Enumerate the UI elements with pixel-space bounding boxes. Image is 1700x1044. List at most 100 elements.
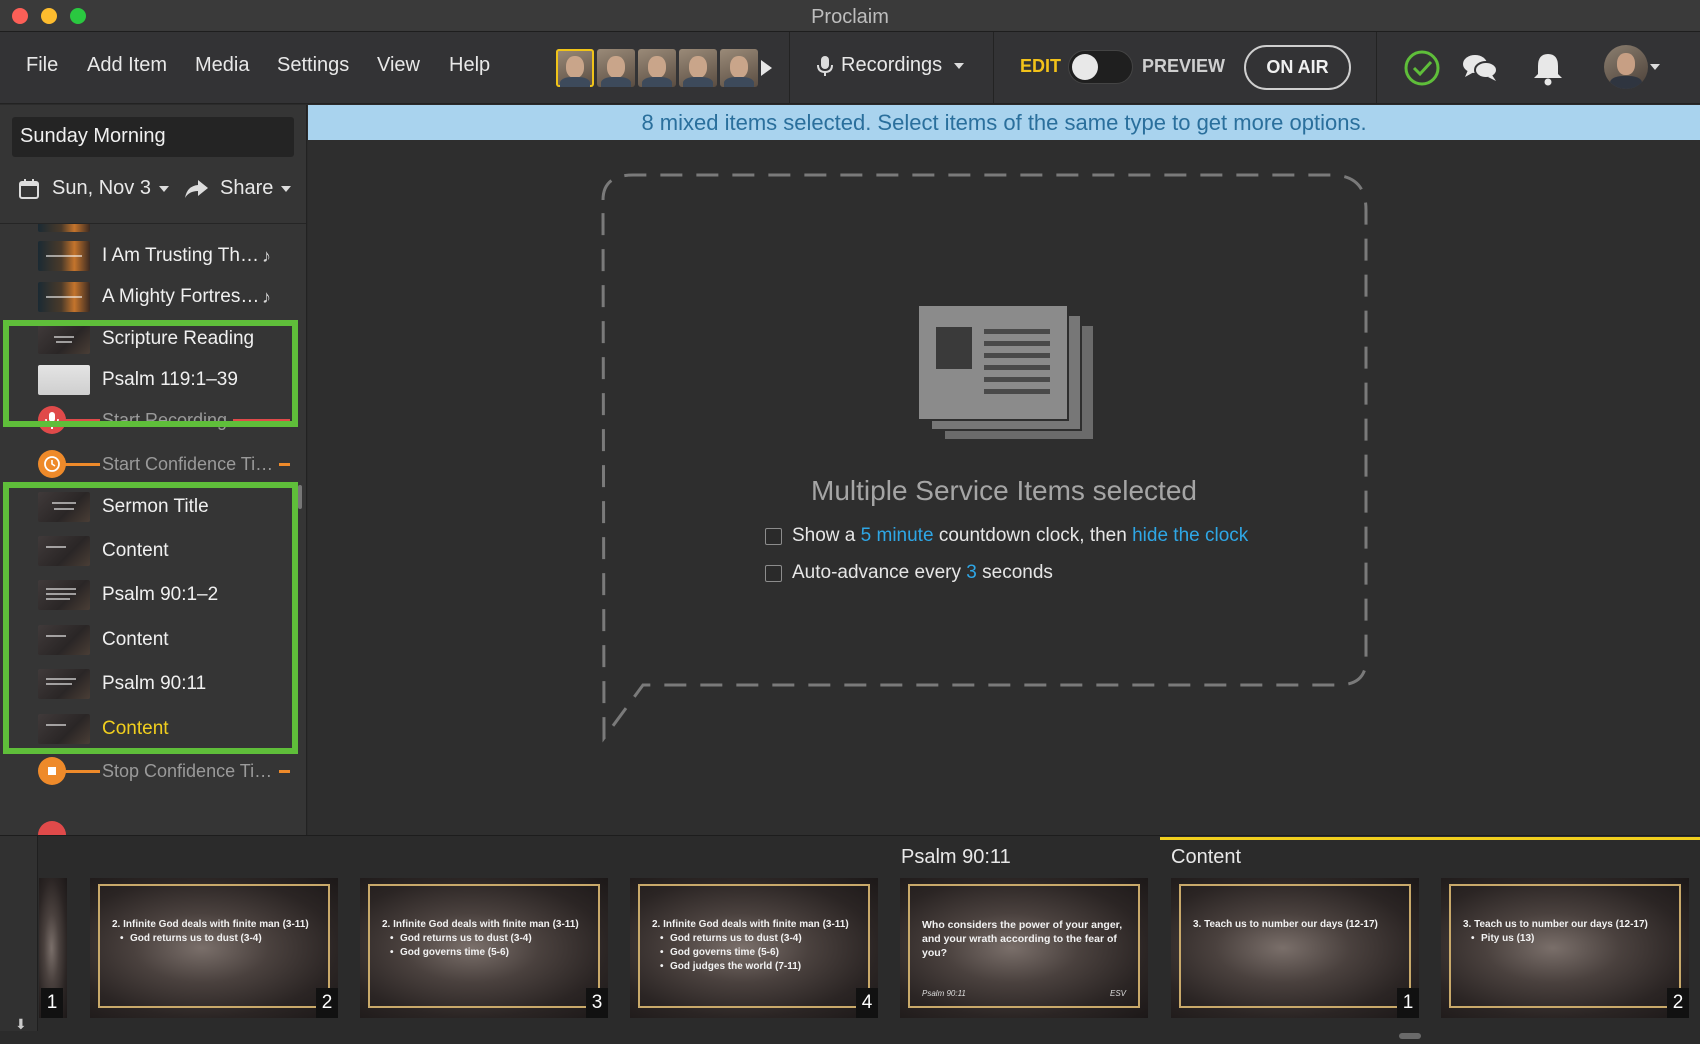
- menu-settings[interactable]: Settings: [277, 54, 349, 77]
- menu-file[interactable]: File: [26, 54, 58, 77]
- countdown-minutes-link[interactable]: 5 minute: [861, 525, 934, 547]
- service-item-label: Psalm 90:1–2: [102, 584, 219, 605]
- item-thumbnail: [38, 536, 90, 566]
- chat-bubbles-icon[interactable]: [1460, 48, 1500, 88]
- service-item[interactable]: A Mighty Fortres… ♪: [0, 277, 306, 317]
- toggle-knob: [1072, 54, 1098, 80]
- item-thumbnail: [38, 324, 90, 354]
- slide-thumbnail[interactable]: 3. Teach us to number our days (12-17) 1: [1171, 878, 1419, 1018]
- service-name-field[interactable]: Sunday Morning: [12, 117, 294, 157]
- service-item-label: Content: [102, 540, 169, 561]
- slide-thumbnail[interactable]: 2. Infinite God deals with finite man (3…: [360, 878, 608, 1018]
- service-item[interactable]: Scripture Reading: [0, 319, 306, 359]
- item-thumbnail: [38, 282, 90, 312]
- music-note-icon: ♪: [262, 245, 271, 266]
- auto-advance-checkbox[interactable]: [765, 564, 782, 582]
- service-item-label: Content: [102, 718, 169, 739]
- service-item-label: I Am Trusting Th…: [102, 245, 259, 266]
- filmstrip-scrollbar[interactable]: [1399, 1033, 1421, 1039]
- menu-add-item[interactable]: Add Item: [87, 54, 167, 77]
- cue-label: Start Confidence Ti…: [102, 453, 274, 474]
- service-item[interactable]: Psalm 90:11: [0, 664, 306, 704]
- slide-bullet: God returns us to dust (3-4): [382, 932, 586, 946]
- share-dropdown[interactable]: Share: [184, 177, 292, 200]
- service-item-label: Psalm 90:11: [102, 673, 207, 694]
- service-item-label: Sermon Title: [102, 496, 209, 517]
- slide-heading: 2. Infinite God deals with finite man (3…: [382, 919, 579, 930]
- app-window: Proclaim File Add Item Media Settings Vi…: [0, 0, 1700, 1044]
- share-arrow-icon: [185, 179, 208, 198]
- start-recording-cue[interactable]: Start Recording: [0, 400, 306, 440]
- slide-bullet: God returns us to dust (3-4): [112, 932, 316, 946]
- menu-media[interactable]: Media: [195, 54, 249, 77]
- microphone-icon: [38, 406, 66, 434]
- menu-help[interactable]: Help: [449, 54, 490, 77]
- slide-thumbnail[interactable]: 2. Infinite God deals with finite man (3…: [630, 878, 878, 1018]
- chevron-down-icon[interactable]: [1650, 64, 1660, 70]
- item-thumbnail: [38, 714, 90, 744]
- slide-number: 2: [316, 988, 338, 1018]
- filmstrip-gutter: ⬇: [0, 836, 38, 1033]
- slide-reference: Psalm 90:11: [922, 989, 966, 998]
- slide-thumbnail[interactable]: 3. Teach us to number our days (12-17) Pi…: [1441, 878, 1689, 1018]
- main-toolbar: File Add Item Media Settings View Help R…: [0, 32, 1700, 104]
- item-thumbnail: [38, 580, 90, 610]
- chevron-down-icon: [281, 185, 292, 192]
- service-date-label: Sun, Nov 3: [52, 177, 151, 199]
- participant-avatar[interactable]: [597, 49, 635, 87]
- participant-avatar[interactable]: [720, 49, 758, 87]
- service-item-active[interactable]: Content: [0, 709, 306, 749]
- chevron-down-icon: [954, 62, 965, 69]
- countdown-action-link[interactable]: hide the clock: [1132, 525, 1248, 547]
- slide-number: 1: [41, 988, 63, 1018]
- collapse-arrow-icon[interactable]: ⬇: [15, 1016, 27, 1033]
- service-item[interactable]: Psalm 119:1–39: [0, 360, 306, 400]
- slide-group-title: Content: [1171, 846, 1242, 868]
- edit-mode-label[interactable]: EDIT: [1020, 56, 1061, 77]
- preview-mode-label[interactable]: PREVIEW: [1142, 56, 1225, 77]
- chevron-down-icon: [158, 185, 169, 192]
- play-icon[interactable]: [761, 60, 772, 76]
- slide-thumbnail[interactable]: 2. Infinite God deals with finite man (3…: [90, 878, 338, 1018]
- service-item[interactable]: Psalm 90:1–2: [0, 575, 306, 615]
- auto-advance-seconds-link[interactable]: 3: [966, 562, 977, 584]
- sidebar-scrollbar[interactable]: [298, 485, 302, 509]
- option-text: countdown clock, then: [938, 525, 1127, 546]
- service-item[interactable]: Content: [0, 620, 306, 660]
- slide-number: 1: [1397, 988, 1419, 1018]
- slide-group-title: Psalm 90:11: [901, 846, 1011, 868]
- recordings-dropdown[interactable]: Recordings: [817, 54, 965, 77]
- slide-number: 2: [1667, 988, 1689, 1018]
- slide-thumbnail[interactable]: 1: [39, 878, 67, 1018]
- menu-view[interactable]: View: [377, 54, 420, 77]
- countdown-checkbox[interactable]: [765, 527, 782, 545]
- service-sidebar: Sunday Morning Sun, Nov 3 Share I Am Tru…: [0, 105, 307, 835]
- slide-bullet: God judges the world (7-11): [652, 960, 856, 974]
- service-item[interactable]: Sermon Title: [0, 487, 306, 527]
- service-item-list: I Am Trusting Th… ♪ A Mighty Fortres… ♪ …: [0, 224, 306, 835]
- slide-thumbnail[interactable]: Who considers the power of your anger, a…: [900, 878, 1148, 1018]
- item-thumbnail: [38, 224, 90, 232]
- service-item[interactable]: I Am Trusting Th… ♪: [0, 236, 306, 276]
- check-circle-icon[interactable]: [1402, 48, 1442, 88]
- service-item[interactable]: Content: [0, 531, 306, 571]
- slide-bullet: God governs time (5-6): [382, 946, 586, 960]
- participant-avatar[interactable]: [556, 49, 594, 87]
- slide-heading: 2. Infinite God deals with finite man (3…: [652, 919, 849, 930]
- service-date-dropdown[interactable]: Sun, Nov 3: [18, 177, 169, 200]
- slide-heading: 2. Infinite God deals with finite man (3…: [112, 919, 309, 930]
- bell-icon[interactable]: [1528, 48, 1568, 88]
- item-thumbnail: [38, 365, 90, 395]
- toolbar-divider: [789, 32, 790, 104]
- slide-bullet: God governs time (5-6): [652, 946, 856, 960]
- on-air-button[interactable]: ON AIR: [1244, 45, 1351, 90]
- share-label: Share: [220, 177, 274, 199]
- start-confidence-timer-cue[interactable]: Start Confidence Ti…: [0, 444, 306, 484]
- option-text: Auto-advance every: [792, 562, 961, 583]
- edit-preview-toggle[interactable]: [1068, 50, 1133, 84]
- microphone-icon: [817, 55, 833, 76]
- stop-confidence-timer-cue[interactable]: Stop Confidence Ti…: [0, 751, 306, 791]
- participant-avatar[interactable]: [638, 49, 676, 87]
- account-avatar[interactable]: [1604, 45, 1648, 89]
- participant-avatar[interactable]: [679, 49, 717, 87]
